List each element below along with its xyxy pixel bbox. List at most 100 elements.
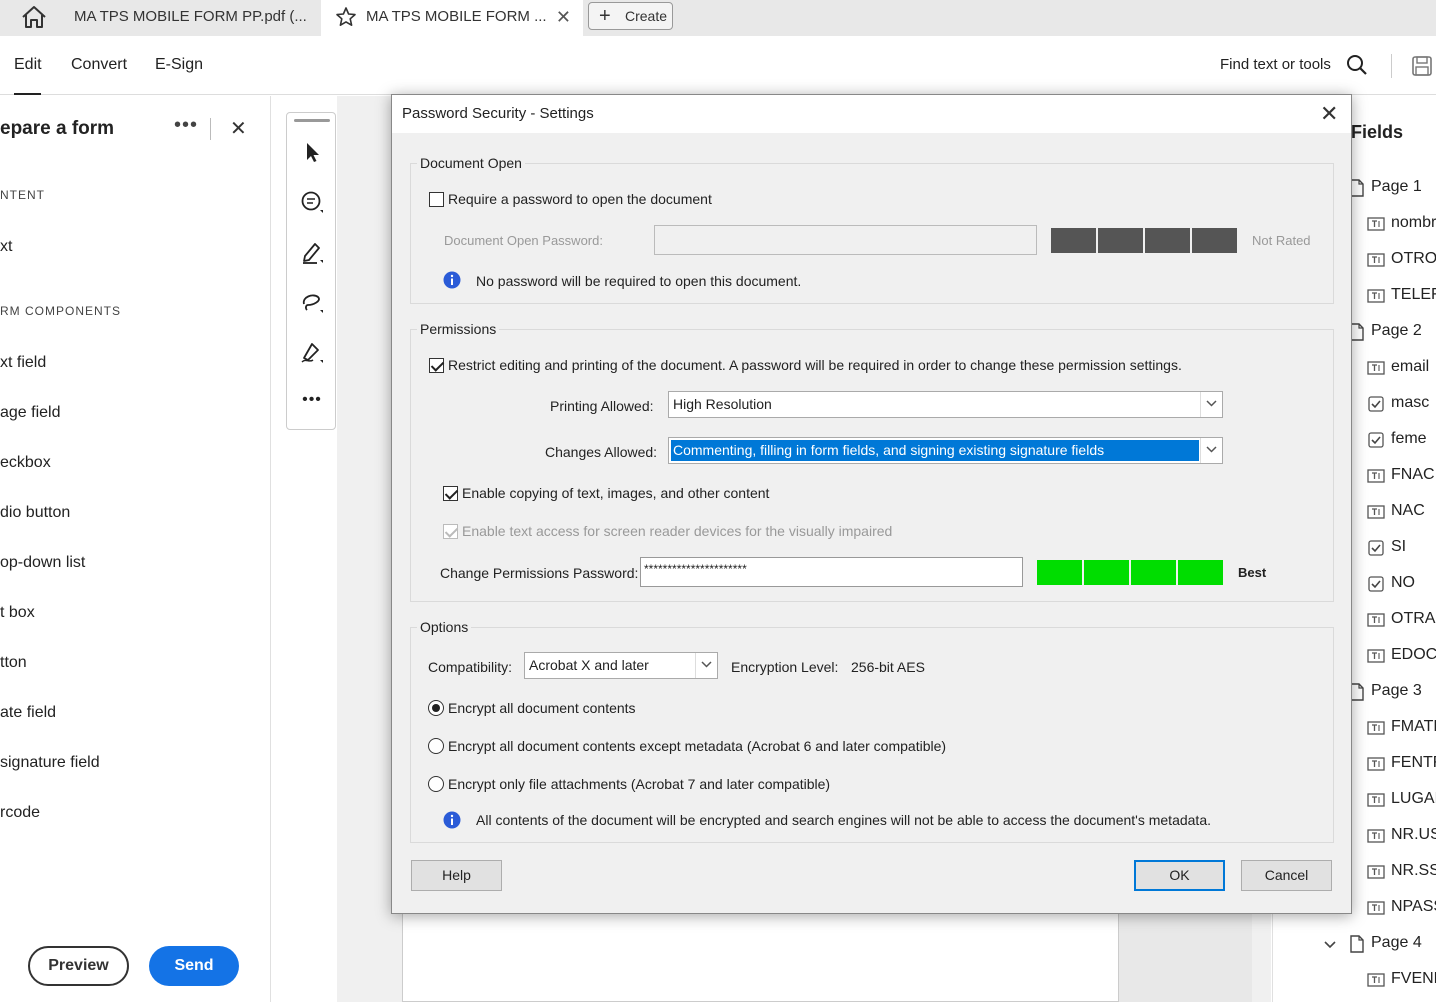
dialog-title: Password Security - Settings	[402, 105, 594, 122]
save-icon[interactable]	[1410, 54, 1434, 78]
require-password-checkbox[interactable]	[429, 192, 444, 207]
field-row-label: Page 4	[1371, 934, 1422, 951]
permissions-password-strength-meter	[1037, 560, 1223, 585]
fields-page-row[interactable]: Page 4	[1273, 932, 1436, 968]
changes-allowed-select[interactable]: Commenting, filling in form fields, and …	[668, 437, 1223, 464]
tool-list-box[interactable]: t box	[0, 604, 35, 622]
close-panel-icon[interactable]: ✕	[230, 116, 247, 141]
field-row[interactable]: FVENP	[1273, 968, 1436, 1002]
changes-allowed-label: Changes Allowed:	[545, 444, 658, 460]
tab-document-1[interactable]: MA TPS MOBILE FORM PP.pdf (...	[58, 0, 320, 36]
checkbox-field-icon	[1367, 539, 1385, 557]
tool-signature-field[interactable]: signature field	[0, 754, 100, 772]
encrypt-all-radio[interactable]	[428, 700, 444, 716]
field-row-label: FNAC	[1391, 466, 1435, 483]
require-password-label[interactable]: Require a password to open the document	[448, 191, 712, 207]
encrypt-attachments-label[interactable]: Encrypt only file attachments (Acrobat 7…	[448, 776, 830, 792]
help-button[interactable]: Help	[411, 860, 502, 891]
field-row-label: LUGAR	[1391, 790, 1436, 807]
find-text-or-tools[interactable]: Find text or tools	[1220, 56, 1331, 73]
encrypt-except-metadata-radio[interactable]	[428, 738, 444, 754]
encrypt-except-metadata-label[interactable]: Encrypt all document contents except met…	[448, 738, 946, 754]
tool-radio-button[interactable]: dio button	[0, 504, 70, 522]
screen-reader-label: Enable text access for screen reader dev…	[462, 523, 893, 539]
active-menu-indicator	[14, 93, 41, 95]
field-row-label: NO	[1391, 574, 1415, 591]
open-password-strength-label: Not Rated	[1252, 233, 1311, 248]
home-icon[interactable]	[20, 5, 48, 29]
highlight-pen-icon[interactable]	[299, 239, 325, 265]
tab-document-2[interactable]: MA TPS MOBILE FORM ... ✕	[321, 0, 583, 36]
checkbox-field-icon	[1367, 575, 1385, 593]
text-field-icon	[1367, 863, 1385, 881]
document-open-group-label: Document Open	[417, 155, 525, 171]
restrict-editing-checkbox[interactable]	[429, 358, 444, 373]
tool-text-field[interactable]: xt field	[0, 354, 46, 372]
printing-allowed-select[interactable]: High Resolution	[668, 391, 1223, 418]
restrict-editing-label[interactable]: Restrict editing and printing of the doc…	[448, 357, 1182, 373]
tab-document-2-label: MA TPS MOBILE FORM ...	[366, 8, 547, 25]
section-content: NTENT	[0, 188, 45, 202]
star-icon[interactable]	[335, 6, 357, 28]
text-field-icon	[1367, 251, 1385, 269]
field-row-label: NPASS	[1391, 898, 1436, 915]
tool-button[interactable]: tton	[0, 654, 27, 672]
menu-esign[interactable]: E-Sign	[155, 56, 203, 74]
ok-button[interactable]: OK	[1134, 860, 1225, 891]
encrypt-all-label[interactable]: Encrypt all document contents	[448, 700, 636, 716]
screen-reader-checkbox[interactable]	[443, 524, 458, 539]
open-password-field[interactable]	[654, 225, 1037, 255]
open-password-strength-meter	[1051, 228, 1237, 253]
enable-copying-label[interactable]: Enable copying of text, images, and othe…	[462, 485, 769, 501]
select-pointer-icon[interactable]	[299, 139, 325, 165]
field-row-label: FVENP	[1391, 970, 1436, 987]
comment-icon[interactable]	[299, 189, 325, 215]
checkbox-field-icon	[1367, 395, 1385, 413]
text-field-icon	[1367, 827, 1385, 845]
open-info-text: No password will be required to open thi…	[476, 273, 802, 289]
permissions-password-field[interactable]: **********************	[640, 557, 1023, 587]
permissions-group-label: Permissions	[417, 321, 500, 337]
enable-copying-checkbox[interactable]	[443, 486, 458, 501]
options-info-text: All contents of the document will be enc…	[476, 812, 1211, 828]
cancel-button[interactable]: Cancel	[1241, 860, 1332, 891]
tool-add-text[interactable]: xt	[0, 238, 12, 256]
more-tools-icon[interactable]: •••	[299, 391, 325, 417]
more-options-icon[interactable]: •••	[174, 114, 198, 137]
dialog-close-icon[interactable]: ✕	[1320, 101, 1338, 127]
permissions-strength-segment	[1037, 560, 1082, 585]
create-button[interactable]: + Create	[588, 2, 673, 30]
tool-barcode[interactable]: rcode	[0, 804, 40, 822]
drag-handle[interactable]	[294, 119, 330, 122]
chevron-down-icon	[695, 653, 717, 678]
tool-checkbox[interactable]: eckbox	[0, 454, 51, 472]
search-icon[interactable]	[1346, 54, 1368, 76]
info-icon	[443, 271, 461, 289]
menu-convert[interactable]: Convert	[71, 56, 127, 74]
field-row-label: NR.USC	[1391, 826, 1436, 843]
text-field-icon	[1367, 755, 1385, 773]
sign-pen-icon[interactable]	[299, 339, 325, 365]
field-row-label: Page 3	[1371, 682, 1422, 699]
menu-edit[interactable]: Edit	[14, 56, 42, 74]
field-row-label: SI	[1391, 538, 1407, 555]
tab-document-1-label: MA TPS MOBILE FORM PP.pdf (...	[74, 8, 307, 25]
preview-button[interactable]: Preview	[28, 946, 129, 986]
printing-allowed-label: Printing Allowed:	[550, 398, 654, 414]
plus-icon: +	[599, 5, 611, 27]
encryption-level-label: Encryption Level:	[731, 659, 839, 675]
section-form-components: RM COMPONENTS	[0, 304, 121, 318]
tool-dropdown-list[interactable]: op-down list	[0, 554, 85, 572]
chevron-down-icon[interactable]	[1323, 935, 1341, 953]
encrypt-attachments-radio[interactable]	[428, 776, 444, 792]
tool-date-field[interactable]: ate field	[0, 704, 56, 722]
text-field-icon	[1367, 467, 1385, 485]
compatibility-select[interactable]: Acrobat X and later	[524, 652, 718, 679]
draw-freeform-icon[interactable]	[299, 289, 325, 315]
text-field-icon	[1367, 791, 1385, 809]
send-button[interactable]: Send	[149, 946, 239, 986]
open-strength-segment	[1192, 228, 1237, 253]
text-field-icon	[1367, 647, 1385, 665]
close-tab-icon[interactable]: ✕	[556, 0, 571, 34]
tool-image-field[interactable]: age field	[0, 404, 61, 422]
